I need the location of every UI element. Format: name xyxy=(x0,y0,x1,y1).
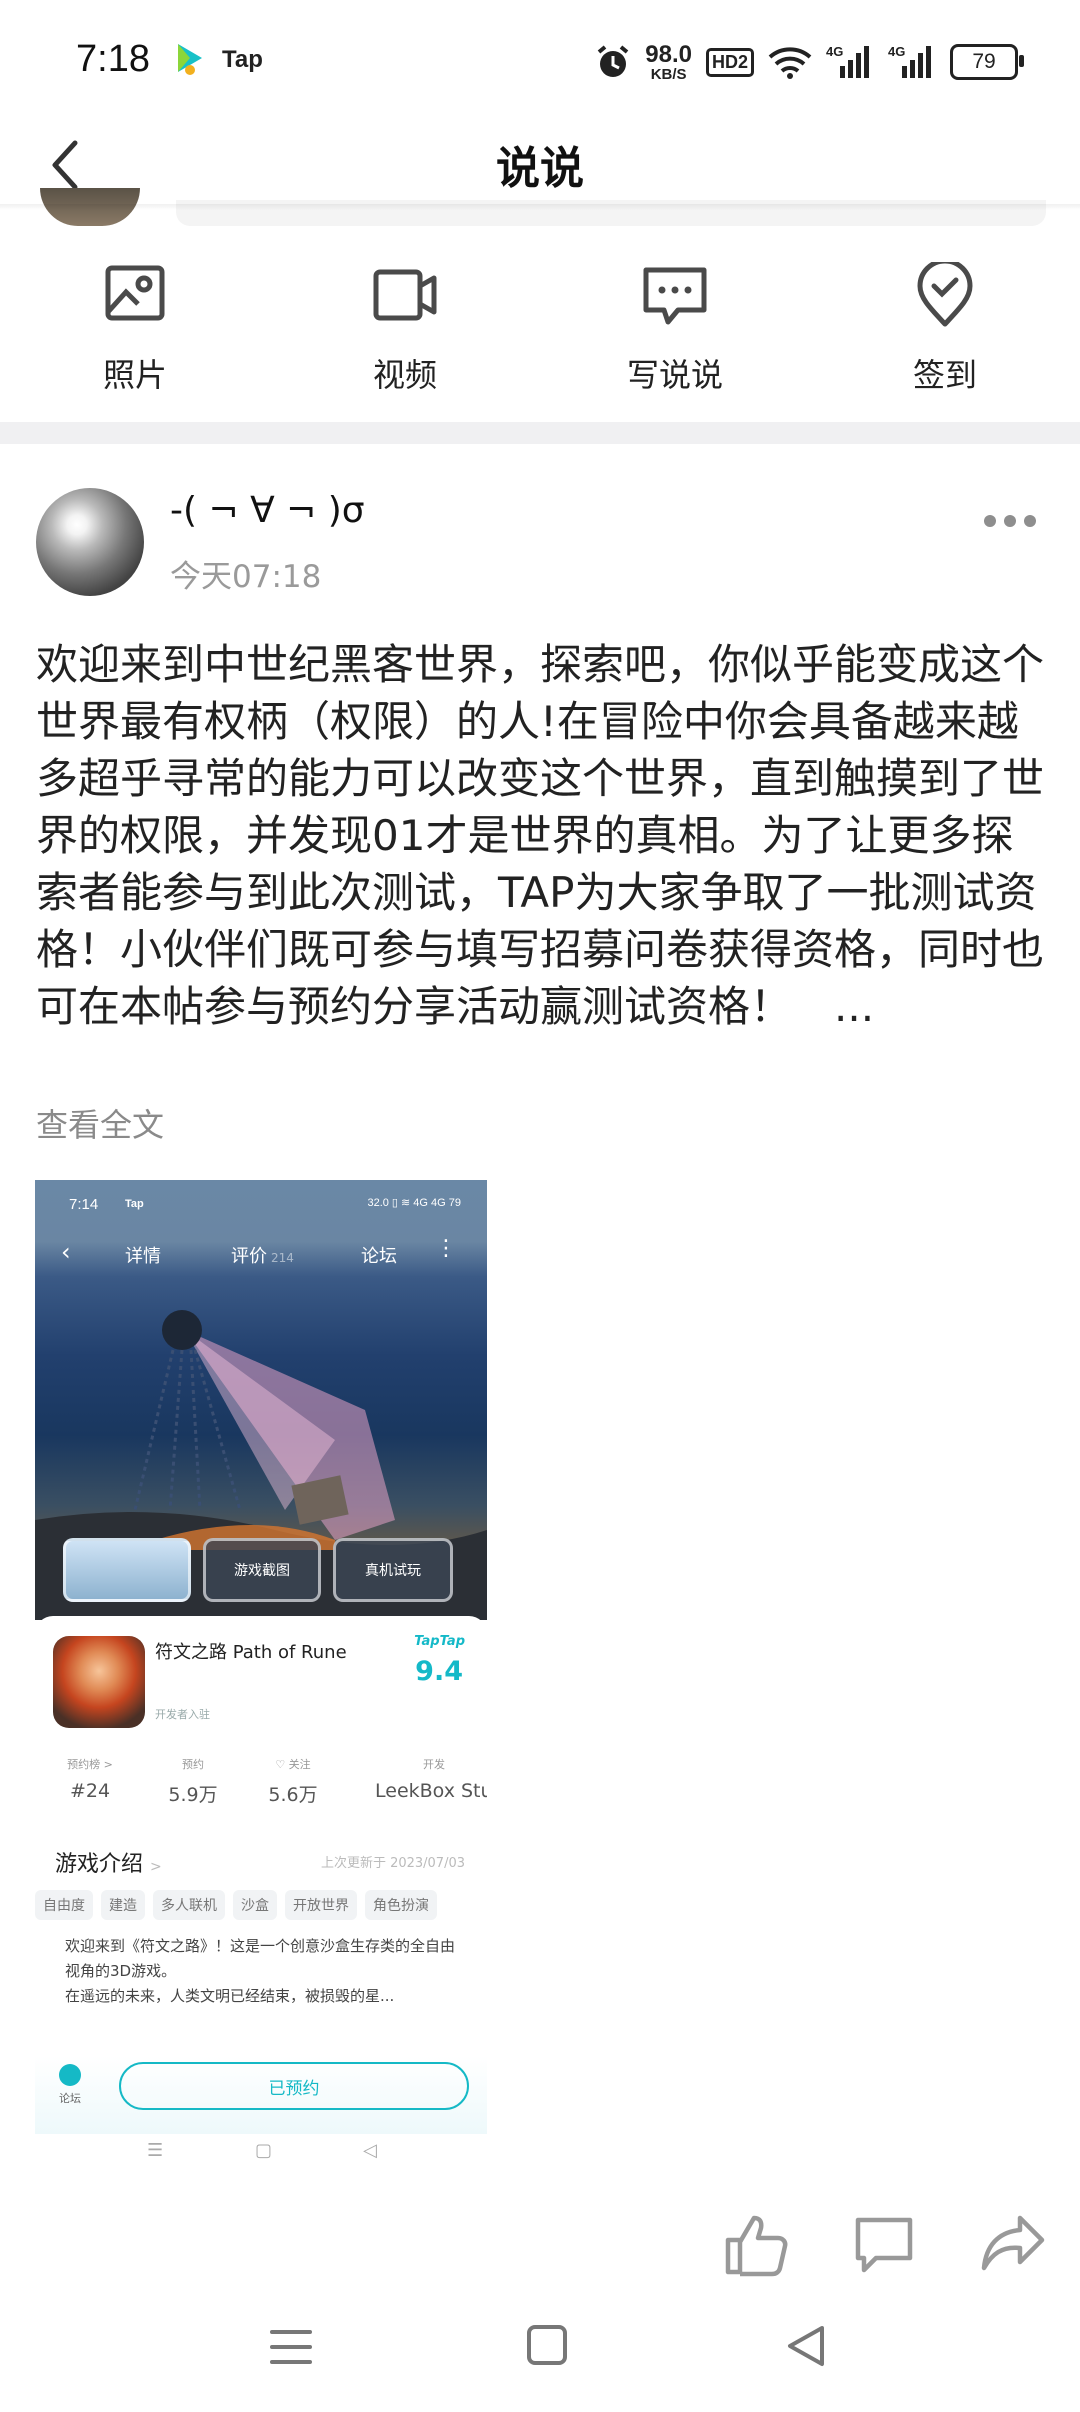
write-post-action[interactable]: 写说说 xyxy=(540,262,810,412)
read-more-link[interactable]: 查看全文 xyxy=(36,1100,164,1146)
inner-bottom-bar: 论坛 已预约 xyxy=(35,2056,487,2134)
photo-label: 照片 xyxy=(102,356,167,394)
tag: 自由度 xyxy=(35,1890,93,1920)
inner-forum: 论坛 xyxy=(59,2064,81,2106)
signal-icon-2: 4G xyxy=(888,44,931,78)
inner-more-icon: ⋮ xyxy=(435,1236,457,1261)
checkin-label: 签到 xyxy=(912,356,977,394)
write-post-label: 写说说 xyxy=(626,356,723,394)
tag: 开放世界 xyxy=(285,1890,357,1920)
last-updated: 上次更新于 2023/07/03 xyxy=(320,1856,465,1871)
tag: 沙盒 xyxy=(233,1890,277,1920)
tap-app-icon xyxy=(178,44,202,75)
hd-badge: HD2 xyxy=(705,47,754,77)
inner-reserved-button: 已预约 xyxy=(119,2062,469,2110)
signal-icon-1: 4G xyxy=(826,44,869,78)
tag: 多人联机 xyxy=(153,1890,225,1920)
video-icon xyxy=(373,269,437,321)
back-nav-icon[interactable] xyxy=(782,2322,830,2370)
chat-bubble-icon xyxy=(643,267,707,325)
inner-back-icon: ‹ xyxy=(61,1238,71,1266)
share-button[interactable] xyxy=(980,2212,1046,2276)
game-description: 欢迎来到《符文之路》！这是一个创意沙盒生存类的全自由视角的3D游戏。 在遥远的未… xyxy=(65,1937,456,2005)
stat-rank: 预约榜 > #24 xyxy=(67,1758,113,1802)
stat-developer: 开发LeekBox Stud xyxy=(375,1758,487,1802)
inner-back-nav-icon: ◁ xyxy=(363,2140,377,2161)
game-icon xyxy=(53,1636,145,1728)
stat-follows: ♡ 关注 5.6万 xyxy=(268,1758,318,1806)
game-stats: 预约榜 >#24 预约5.9万 ♡ 关注5.6万 开发LeekBox Stud xyxy=(35,1756,487,1826)
menu-icon[interactable] xyxy=(268,2324,314,2370)
action-row: 照片 视频 写说说 签到 xyxy=(0,262,1080,412)
game-name: 符文之路 Path of Rune xyxy=(155,1642,347,1663)
game-banner: 7:14 Tap 32.0 ▯ ≋ 4G 4G 79 ‹ 详情 评价 214 论坛… xyxy=(35,1180,487,1620)
photo-icon xyxy=(105,265,165,321)
tap-app-label: Tap xyxy=(222,46,263,73)
inner-thumb-screens: 游戏截图 xyxy=(203,1538,321,1602)
header-shadow xyxy=(0,204,1080,210)
net-speed: 98.0 KB/S xyxy=(645,40,692,83)
page-title: 说说 xyxy=(496,143,584,194)
svg-text:4G: 4G xyxy=(826,44,843,59)
game-score: 9.4 xyxy=(415,1656,463,1687)
inner-home-icon: ▢ xyxy=(255,2140,273,2161)
inner-menu-icon: ☰ xyxy=(147,2140,164,2161)
video-label: 视频 xyxy=(372,356,437,394)
tag: 角色扮演 xyxy=(365,1890,437,1920)
post-time: 今天07:18 xyxy=(170,559,322,595)
inner-thumb-demo: 真机试玩 xyxy=(333,1538,453,1602)
alarm-icon xyxy=(597,45,629,77)
video-action[interactable]: 视频 xyxy=(270,262,540,412)
battery-indicator: 79 xyxy=(950,44,1024,80)
avatar[interactable] xyxy=(36,488,144,596)
game-tags: 自由度 建造 多人联机 沙盒 开放世界 角色扮演 xyxy=(35,1890,487,1920)
tag: 建造 xyxy=(101,1890,145,1920)
inner-tab-review: 评价 214 xyxy=(231,1246,294,1267)
inner-system-nav: ☰ ▢ ◁ xyxy=(35,2140,487,2180)
wifi-icon xyxy=(768,47,812,79)
comment-button[interactable] xyxy=(852,2212,916,2276)
section-divider xyxy=(0,422,1080,444)
game-intro-title: 游戏介绍 > xyxy=(55,1852,162,1877)
username[interactable]: -( ¬ ∀ ¬ )σ xyxy=(170,490,365,531)
header: 说说 xyxy=(0,120,1080,208)
post-text: 欢迎来到中世纪黑客世界，探索吧，你似乎能变成这个世界最有权柄（权限）的人!在冒险… xyxy=(36,640,1045,1031)
developer-note: 开发者入驻 xyxy=(155,1708,210,1721)
more-dot-icon xyxy=(1004,515,1016,527)
stat-reservations: 预约 5.9万 xyxy=(168,1758,218,1806)
inner-status-bar: 7:14 Tap 32.0 ▯ ≋ 4G 4G 79 xyxy=(69,1196,461,1213)
inner-tab-detail: 详情 xyxy=(125,1246,161,1267)
taptap-brand: TapTap xyxy=(414,1634,465,1649)
status-bar: 7:18 Tap 98.0 KB/S HD2 4G 4G 79 xyxy=(0,0,1080,120)
svg-text:4G: 4G xyxy=(888,44,905,59)
more-dot-icon xyxy=(1024,515,1036,527)
more-options-button[interactable] xyxy=(984,510,1040,532)
photo-action[interactable]: 照片 xyxy=(0,262,270,412)
post-image[interactable]: 7:14 Tap 32.0 ▯ ≋ 4G 4G 79 ‹ 详情 评价 214 论坛… xyxy=(35,1180,487,2134)
like-button[interactable] xyxy=(722,2210,790,2278)
inner-thumb-video xyxy=(63,1538,191,1602)
more-dot-icon xyxy=(984,515,996,527)
home-icon[interactable] xyxy=(524,2322,570,2368)
inner-tabs: ‹ 详情 评价 214 论坛 ⋮ xyxy=(35,1232,487,1278)
inner-tab-forum: 论坛 xyxy=(361,1246,397,1267)
status-time: 7:18 xyxy=(76,38,150,80)
status-icons: 98.0 KB/S HD2 4G 4G 79 xyxy=(595,36,1024,88)
checkin-location-icon xyxy=(917,262,973,327)
checkin-action[interactable]: 签到 xyxy=(810,262,1080,412)
game-info-card: 符文之路 Path of Rune 开发者入驻 TapTap 9.4 预约榜 >… xyxy=(35,1616,487,2134)
